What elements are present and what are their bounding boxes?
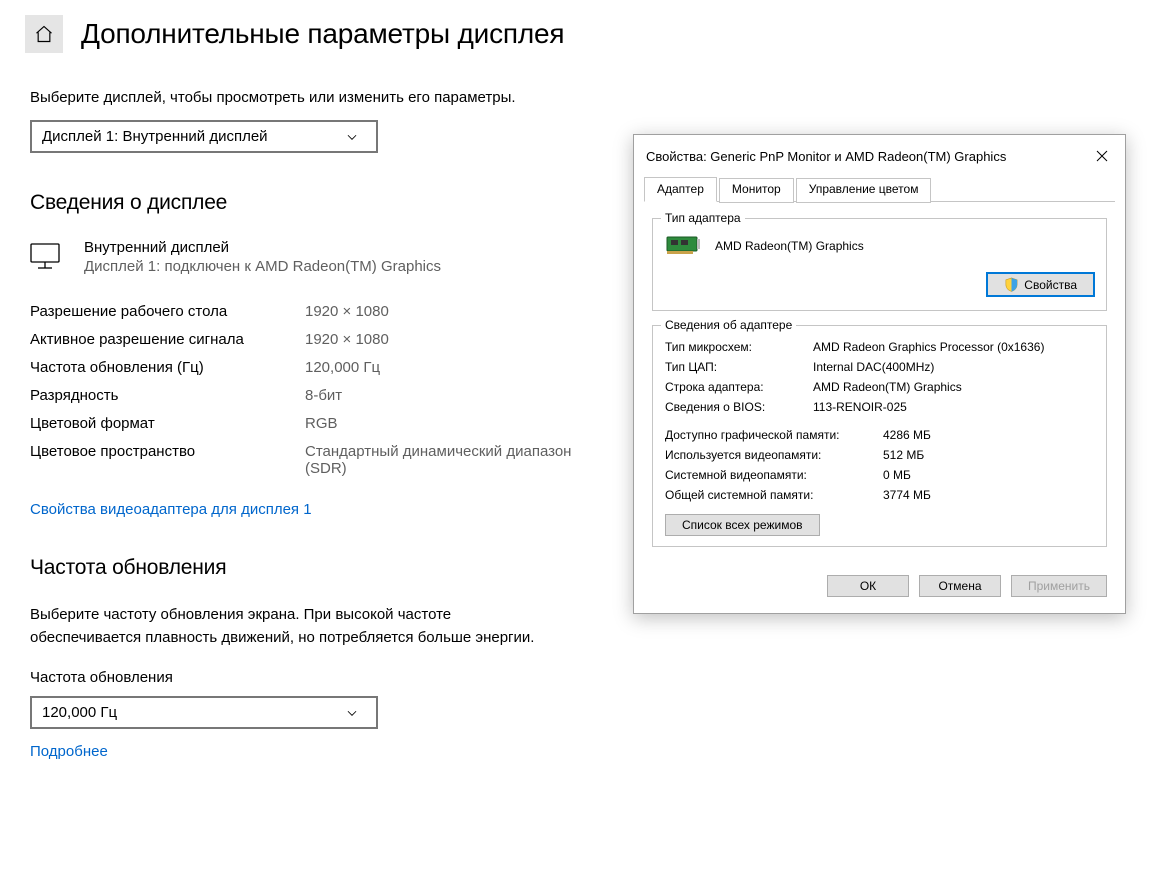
display-info-heading: Сведения о дисплее [30, 191, 610, 215]
dialog-title: Свойства: Generic PnP Monitor и AMD Rade… [646, 149, 1006, 164]
shield-icon [1004, 277, 1019, 292]
home-button[interactable] [25, 15, 63, 53]
mem-value: 4286 МБ [883, 428, 1094, 442]
info-value: AMD Radeon(TM) Graphics [813, 380, 1094, 394]
spec-label: Разрядность [30, 387, 305, 404]
mem-value: 512 МБ [883, 448, 1094, 462]
spec-value: RGB [305, 415, 610, 432]
spec-label: Цветовой формат [30, 415, 305, 432]
spec-label: Цветовое пространство [30, 443, 305, 477]
display-connection: Дисплей 1: подключен к AMD Radeon(TM) Gr… [84, 258, 441, 275]
spec-label: Частота обновления (Гц) [30, 359, 305, 376]
display-selector-dropdown[interactable]: Дисплей 1: Внутренний дисплей [30, 120, 378, 153]
display-spec-table: Разрешение рабочего стола 1920 × 1080 Ак… [30, 303, 610, 477]
adapter-properties-button-label: Свойства [1024, 278, 1077, 292]
info-label: Тип ЦАП: [665, 360, 813, 374]
home-icon [34, 24, 54, 44]
spec-value: 8-бит [305, 387, 610, 404]
info-value: 113-RENOIR-025 [813, 400, 1094, 414]
info-label: Сведения о BIOS: [665, 400, 813, 414]
info-value: AMD Radeon Graphics Processor (0x1636) [813, 340, 1094, 354]
page-title: Дополнительные параметры дисплея [81, 18, 564, 50]
learn-more-link[interactable]: Подробнее [30, 743, 108, 760]
spec-value: 120,000 Гц [305, 359, 610, 376]
close-icon [1096, 150, 1108, 162]
mem-value: 0 МБ [883, 468, 1094, 482]
mem-value: 3774 МБ [883, 488, 1094, 502]
ok-button[interactable]: ОК [827, 575, 909, 597]
adapter-info-group: Сведения об адаптере Тип микросхем: AMD … [652, 325, 1107, 547]
tab-adapter[interactable]: Адаптер [644, 177, 717, 202]
spec-value: 1920 × 1080 [305, 303, 610, 320]
pci-card-icon [665, 233, 701, 259]
adapter-properties-button[interactable]: Свойства [987, 273, 1094, 296]
spec-value: Стандартный динамический диапазон (SDR) [305, 443, 610, 477]
mem-label: Доступно графической памяти: [665, 428, 883, 442]
tab-color-management[interactable]: Управление цветом [796, 178, 932, 203]
mem-label: Общей системной памяти: [665, 488, 883, 502]
adapter-properties-dialog: Свойства: Generic PnP Monitor и AMD Rade… [633, 134, 1126, 614]
refresh-rate-heading: Частота обновления [30, 556, 610, 580]
spec-label: Разрешение рабочего стола [30, 303, 305, 320]
settings-page: Дополнительные параметры дисплея Выберит… [0, 0, 630, 760]
adapter-type-group: Тип адаптера AMD Radeon(TM) Graphics [652, 218, 1107, 311]
chevron-down-icon [338, 130, 366, 144]
info-label: Строка адаптера: [665, 380, 813, 394]
refresh-rate-description: Выберите частоту обновления экрана. При … [30, 604, 550, 649]
adapter-info-legend: Сведения об адаптере [661, 318, 796, 332]
mem-label: Системной видеопамяти: [665, 468, 883, 482]
adapter-properties-link[interactable]: Свойства видеоадаптера для дисплея 1 [30, 501, 312, 518]
close-button[interactable] [1081, 143, 1123, 169]
refresh-rate-value: 120,000 Гц [42, 704, 117, 721]
list-all-modes-button[interactable]: Список всех режимов [665, 514, 820, 536]
spec-label: Активное разрешение сигнала [30, 331, 305, 348]
chevron-down-icon [338, 706, 366, 720]
dialog-titlebar[interactable]: Свойства: Generic PnP Monitor и AMD Rade… [634, 135, 1125, 177]
apply-button[interactable]: Применить [1011, 575, 1107, 597]
monitor-icon [30, 243, 62, 272]
info-value: Internal DAC(400MHz) [813, 360, 1094, 374]
dialog-tabs: Адаптер Монитор Управление цветом [634, 177, 1125, 202]
info-label: Тип микросхем: [665, 340, 813, 354]
adapter-type-legend: Тип адаптера [661, 211, 745, 225]
select-display-instruction: Выберите дисплей, чтобы просмотреть или … [30, 88, 610, 108]
cancel-button[interactable]: Отмена [919, 575, 1001, 597]
refresh-rate-dropdown[interactable]: 120,000 Гц [30, 696, 378, 729]
spec-value: 1920 × 1080 [305, 331, 610, 348]
display-summary: Внутренний дисплей Дисплей 1: подключен … [30, 239, 610, 275]
display-name: Внутренний дисплей [84, 239, 441, 256]
tab-monitor[interactable]: Монитор [719, 178, 794, 203]
adapter-name: AMD Radeon(TM) Graphics [715, 239, 864, 253]
display-selector-value: Дисплей 1: Внутренний дисплей [42, 128, 268, 145]
mem-label: Используется видеопамяти: [665, 448, 883, 462]
refresh-rate-label: Частота обновления [30, 669, 610, 686]
